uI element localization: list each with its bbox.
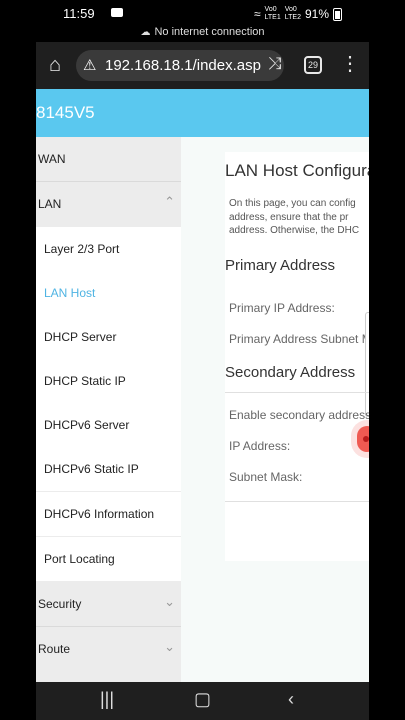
sidebar-sub-dhcp-static-ip[interactable]: DHCP Static IP xyxy=(36,359,181,403)
url-text[interactable]: 192.168.18.1/index.asp xyxy=(105,57,261,74)
browser-toolbar: ⌂ ⚠ 192.168.18.1/index.asp ⤨ 29 ⋮ xyxy=(36,42,369,89)
sidebar: WAN LAN ⌃ Layer 2/3 Port LAN Host DHCP S… xyxy=(36,137,181,682)
enable-secondary-label: Enable secondary address xyxy=(229,408,369,422)
sidebar-item-lan[interactable]: LAN ⌃ xyxy=(36,182,181,227)
battery-text: 91% xyxy=(304,7,329,21)
clock: 11:59 xyxy=(63,6,95,21)
tab-count-button[interactable]: 29 xyxy=(304,56,322,74)
secondary-mask-label: Subnet Mask: xyxy=(229,470,303,484)
back-icon[interactable]: ‹ xyxy=(288,689,294,710)
share-icon[interactable]: ⤨ xyxy=(268,54,282,74)
recents-icon[interactable]: ||| xyxy=(100,689,114,710)
sidebar-sub-dhcpv6-server[interactable]: DHCPv6 Server xyxy=(36,403,181,447)
address-bar[interactable]: ⚠ 192.168.18.1/index.asp xyxy=(76,50,284,81)
sidebar-sub-dhcpv6-information[interactable]: DHCPv6 Information xyxy=(36,492,181,536)
sidebar-sub-lan-host[interactable]: LAN Host xyxy=(36,271,181,315)
home-icon[interactable]: ⌂ xyxy=(44,54,66,76)
status-icons: ≈ Vo0 LTE1 Vo0 LTE2 91% xyxy=(254,6,342,22)
sidebar-sub-dhcpv6-static-ip[interactable]: DHCPv6 Static IP xyxy=(36,447,181,491)
router-page: 8145V5 WAN LAN ⌃ Layer 2/3 Port LAN Host… xyxy=(36,89,369,682)
system-nav-bar: ||| ▢ ‹ xyxy=(36,682,369,720)
signal-icon: Vo0 LTE1 xyxy=(264,6,281,21)
primary-ip-label: Primary IP Address: xyxy=(229,301,335,315)
divider xyxy=(225,392,369,393)
main-content: LAN Host Configuration On this page, you… xyxy=(181,137,369,682)
primary-input-edge[interactable] xyxy=(365,312,369,417)
warning-icon[interactable]: ⚠ xyxy=(83,56,96,74)
primary-address-heading: Primary Address xyxy=(225,257,336,274)
network-notice: ☁ No internet connection xyxy=(140,26,265,38)
menu-icon[interactable]: ⋮ xyxy=(340,53,360,75)
sidebar-sub-dhcp-server[interactable]: DHCP Server xyxy=(36,315,181,359)
toggle-switch[interactable] xyxy=(357,426,369,452)
model-name: 8145V5 xyxy=(36,103,95,122)
signal-icon-2: Vo0 LTE2 xyxy=(284,6,301,21)
page-description: On this page, you can config address, en… xyxy=(229,198,360,236)
home-nav-icon[interactable]: ▢ xyxy=(194,689,211,710)
video-icon xyxy=(111,8,123,17)
cloud-off-icon: ☁ xyxy=(140,27,151,38)
sidebar-sub-layer23-port[interactable]: Layer 2/3 Port xyxy=(36,227,181,271)
status-bar: 11:59 ≈ Vo0 LTE1 Vo0 LTE2 91% xyxy=(0,0,405,26)
header-banner: 8145V5 xyxy=(36,89,369,137)
sidebar-sub-port-locating[interactable]: Port Locating xyxy=(36,537,181,581)
chevron-up-icon: ⌃ xyxy=(164,194,175,209)
divider xyxy=(225,501,369,502)
chevron-down-icon: ⌄ xyxy=(164,639,175,654)
sidebar-item-wan[interactable]: WAN xyxy=(36,137,181,182)
sidebar-item-route[interactable]: Route ⌄ xyxy=(36,627,181,672)
primary-mask-label: Primary Address Subnet M xyxy=(229,332,369,346)
battery-icon xyxy=(333,7,342,21)
wifi-icon: ≈ xyxy=(253,7,261,21)
page-title: LAN Host Configuration xyxy=(225,161,369,180)
secondary-address-heading: Secondary Address xyxy=(225,364,356,381)
sidebar-item-security[interactable]: Security ⌄ xyxy=(36,582,181,627)
secondary-ip-label: IP Address: xyxy=(229,439,291,453)
chevron-down-icon: ⌄ xyxy=(164,594,175,609)
